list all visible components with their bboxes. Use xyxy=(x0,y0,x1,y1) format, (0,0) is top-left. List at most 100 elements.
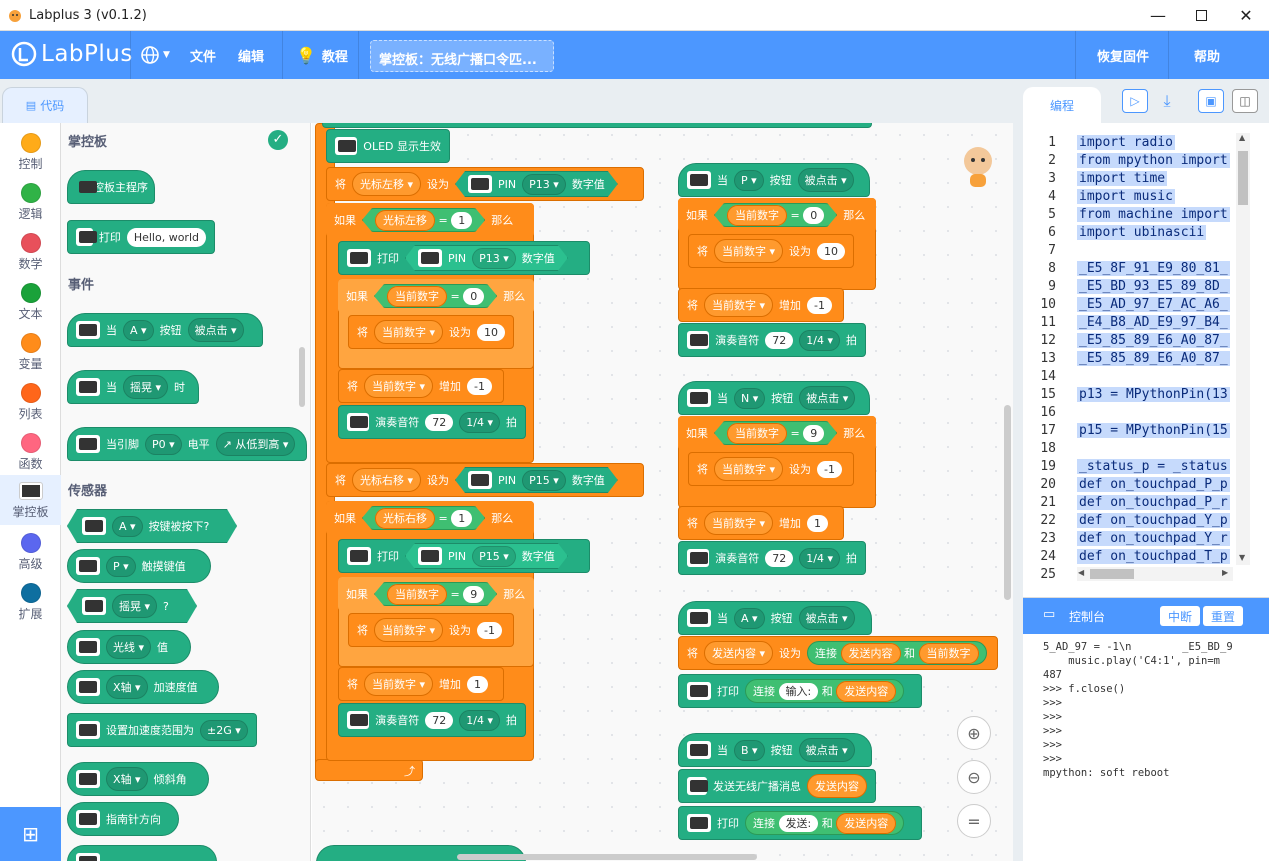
reporter-pin-value[interactable]: PIN P13 ▾ 数字值 xyxy=(405,245,568,271)
block-if-cursor-left[interactable]: 如果 光标左移 = 1 那么 xyxy=(326,203,534,237)
var-reporter[interactable]: 当前数字 xyxy=(918,643,979,664)
number-input[interactable]: 0 xyxy=(463,288,484,305)
category-variables[interactable]: 变量 xyxy=(0,327,61,377)
beat-dropdown[interactable]: 1/4 ▾ xyxy=(459,411,500,433)
workspace-horizontal-scrollbar[interactable] xyxy=(457,854,757,860)
block-set-current-minus1[interactable]: 将当前数字 ▾ 设为 -1 xyxy=(348,613,514,647)
var-dropdown[interactable]: 当前数字 ▾ xyxy=(704,293,774,317)
var-reporter[interactable]: 当前数字 xyxy=(387,286,447,307)
text-input[interactable]: 输入: xyxy=(778,683,819,700)
block-play-note[interactable]: 演奏音符 72 1/4 ▾ 拍 xyxy=(338,703,526,737)
code-text[interactable]: def on_touchpad_Y_r xyxy=(1077,531,1230,546)
var-dropdown[interactable]: 当前数字 ▾ xyxy=(714,457,784,481)
compare-block[interactable]: 当前数字 = 0 xyxy=(374,284,497,308)
help-menu[interactable]: 帮助 xyxy=(1194,31,1220,79)
pin-dropdown[interactable]: P13 ▾ xyxy=(472,248,516,269)
restore-firmware-menu[interactable]: 恢复固件 xyxy=(1097,31,1149,79)
button-dropdown[interactable]: B ▾ xyxy=(734,739,765,761)
block-print-pin[interactable]: 打印 PIN P15 ▾ 数字值 xyxy=(338,539,590,573)
block-change-current[interactable]: 将当前数字 ▾ 增加 1 xyxy=(678,506,844,540)
block-set-accel-range[interactable]: 设置加速度范围为 ±2G ▾ xyxy=(67,713,257,747)
button-dropdown[interactable]: N ▾ xyxy=(734,387,766,409)
block-when-b-clicked[interactable]: 当 B ▾ 按钮 被点击 ▾ xyxy=(678,733,872,767)
code-line[interactable]: 4 import music xyxy=(1023,189,1256,207)
scroll-thumb[interactable] xyxy=(1238,151,1248,205)
file-menu[interactable]: 文件 xyxy=(190,31,216,79)
block-main-program[interactable]: 掌控板主程序 xyxy=(67,170,155,204)
reporter-pin-value[interactable]: PIN P13 ▾ 数字值 xyxy=(455,171,618,197)
number-input[interactable]: 1 xyxy=(467,675,489,693)
code-text[interactable]: _E5_AD_97_E7_AC_A6_ xyxy=(1077,297,1230,312)
project-title-input[interactable]: 掌控板：无线广播口令匹... xyxy=(370,40,554,72)
block-when-p-clicked[interactable]: 当 P ▾ 按钮 被点击 ▾ xyxy=(678,163,870,197)
code-text[interactable]: def on_touchpad_P_r xyxy=(1077,495,1230,510)
button-dropdown[interactable]: A ▾ xyxy=(123,319,154,341)
block-set-current-10[interactable]: 将当前数字 ▾ 设为 10 xyxy=(688,234,854,268)
var-dropdown[interactable]: 发送内容 ▾ xyxy=(704,641,774,665)
var-reporter[interactable]: 当前数字 xyxy=(727,205,787,226)
block-accel[interactable]: X轴 ▾ 加速度值 xyxy=(67,670,219,704)
category-logic[interactable]: 逻辑 xyxy=(0,177,61,227)
var-dropdown[interactable]: 当前数字 ▾ xyxy=(374,618,444,642)
block-play-note[interactable]: 演奏音符 72 1/4 ▾ 拍 xyxy=(338,405,526,439)
block-workspace[interactable]: ⤴ OLED 显示生效 将光标左移 ▾ 设为 PIN P13 ▾ 数字值 如果 光标左移 … xyxy=(312,123,1013,861)
block-change-current[interactable]: 将当前数字 ▾ 增加 -1 xyxy=(678,288,844,322)
number-input[interactable]: 10 xyxy=(477,323,506,341)
axis-dropdown[interactable]: X轴 ▾ xyxy=(106,675,148,699)
block-set-current-minus1[interactable]: 将当前数字 ▾ 设为 -1 xyxy=(688,452,854,486)
console-output[interactable]: 5_AD_97 = -1\n _E5_BD_9 music.play('C4:1… xyxy=(1043,640,1233,780)
note-input[interactable]: 72 xyxy=(765,549,794,567)
zoom-out-button[interactable]: ⊖ xyxy=(957,760,991,794)
block-compass[interactable]: 指南针方向 xyxy=(67,802,179,836)
block-tilt[interactable]: X轴 ▾ 倾斜角 xyxy=(67,762,209,796)
text-input[interactable]: 发送: xyxy=(778,815,819,832)
block-if-current-zero[interactable]: 如果 当前数字 = 0 那么 xyxy=(338,279,534,313)
code-line[interactable]: 11 _E4_B8_AD_E9_97_B4_ xyxy=(1023,315,1256,333)
button-dropdown[interactable]: A ▾ xyxy=(112,516,143,537)
code-line[interactable]: 22 def on_touchpad_Y_p xyxy=(1023,513,1256,531)
code-text[interactable]: import ubinascii xyxy=(1077,225,1207,240)
interrupt-button[interactable]: 中断 xyxy=(1160,606,1200,626)
maximize-button[interactable] xyxy=(1178,0,1224,30)
var-dropdown[interactable]: 光标左移 ▾ xyxy=(352,172,422,196)
block-change-current[interactable]: 将当前数字 ▾ 增加 1 xyxy=(338,667,504,701)
code-line[interactable]: 10 _E5_AD_97_E7_AC_A6_ xyxy=(1023,297,1256,315)
category-lists[interactable]: 列表 xyxy=(0,377,61,427)
number-input[interactable]: -1 xyxy=(817,460,842,478)
code-text[interactable]: import music xyxy=(1077,189,1175,204)
language-menu[interactable]: ▼ xyxy=(140,31,170,79)
zoom-reset-button[interactable]: = xyxy=(957,804,991,838)
code-text[interactable]: _E4_B8_AD_E9_97_B4_ xyxy=(1077,315,1230,330)
category-functions[interactable]: 函数 xyxy=(0,427,61,477)
tutorial-menu[interactable]: 💡 教程 xyxy=(296,31,348,79)
tab-code[interactable]: ▤ 代码 xyxy=(2,87,88,123)
pin-dropdown[interactable]: P15 ▾ xyxy=(472,546,516,567)
code-line[interactable]: 19 _status_p = _status xyxy=(1023,459,1256,477)
block-when-button[interactable]: 当 A ▾ 按钮 被点击 ▾ xyxy=(67,313,263,347)
block-if-current-nine[interactable]: 如果 当前数字 = 9 那么 xyxy=(678,416,876,450)
concat-reporter[interactable]: 连接 发送: 和 发送内容 xyxy=(745,811,905,835)
scroll-right-icon[interactable]: ▶ xyxy=(1222,568,1228,577)
var-dropdown[interactable]: 当前数字 ▾ xyxy=(364,374,434,398)
edge-dropdown[interactable]: ↗ 从低到高 ▾ xyxy=(215,432,296,456)
var-dropdown[interactable]: 当前数字 ▾ xyxy=(364,672,434,696)
number-input[interactable]: -1 xyxy=(467,377,492,395)
shake-dropdown[interactable]: 摇晃 ▾ xyxy=(112,594,157,618)
category-control[interactable]: 控制 xyxy=(0,127,61,177)
var-reporter[interactable]: 当前数字 xyxy=(387,584,447,605)
var-reporter[interactable]: 光标右移 xyxy=(375,508,435,529)
touch-dropdown[interactable]: P ▾ xyxy=(106,555,136,577)
code-line[interactable]: 6 import ubinascii xyxy=(1023,225,1256,243)
code-line[interactable]: 1 import radio xyxy=(1023,135,1256,153)
var-reporter[interactable]: 当前数字 xyxy=(727,423,787,444)
category-board[interactable]: 掌控板 xyxy=(0,475,61,525)
var-reporter[interactable]: 发送内容 xyxy=(840,643,901,664)
code-text[interactable]: _E5_8F_91_E9_80_81_ xyxy=(1077,261,1230,276)
button-dropdown[interactable]: P ▾ xyxy=(734,169,764,191)
block-print-concat[interactable]: 打印 连接 发送: 和 发送内容 xyxy=(678,806,922,840)
light-dropdown[interactable]: 光线 ▾ xyxy=(106,635,152,659)
block-set-send-content[interactable]: 将发送内容 ▾ 设为 连接 发送内容 和 当前数字 xyxy=(678,636,998,670)
block-when-n-clicked[interactable]: 当 N ▾ 按钮 被点击 ▾ xyxy=(678,381,870,415)
button-dropdown[interactable]: A ▾ xyxy=(734,607,765,629)
compare-block[interactable]: 光标左移 = 1 xyxy=(362,208,485,232)
